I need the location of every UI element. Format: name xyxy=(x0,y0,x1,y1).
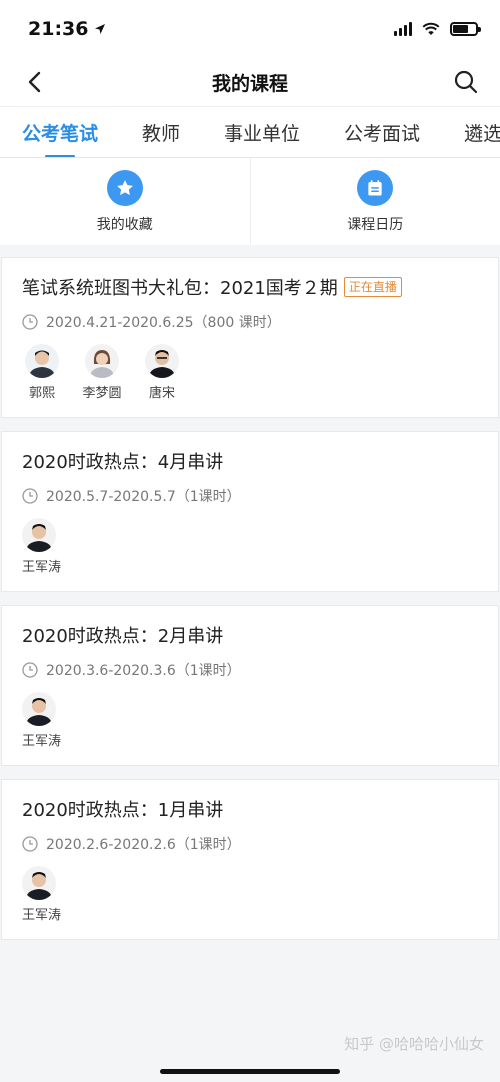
home-indicator[interactable] xyxy=(160,1069,340,1074)
course-time: 2020.4.21-2020.6.25（800 课时） xyxy=(46,315,281,331)
teacher[interactable]: 王军涛 xyxy=(22,866,61,923)
location-arrow-icon xyxy=(95,24,106,34)
calendar-button[interactable]: 课程日历 xyxy=(249,158,500,245)
tab-teacher[interactable]: 教师 xyxy=(142,107,180,157)
avatar xyxy=(22,692,56,726)
course-title-row: 笔试系统班图书大礼包：2021国考２期 正在直播 xyxy=(22,274,478,300)
status-indicators xyxy=(394,22,481,36)
course-time: 2020.5.7-2020.5.7（1课时） xyxy=(46,489,241,505)
teacher-name: 李梦圆 xyxy=(82,386,122,401)
calendar-label: 课程日历 xyxy=(347,216,404,233)
battery-icon xyxy=(450,22,481,36)
tab-public-institution[interactable]: 事业单位 xyxy=(224,107,300,157)
course-card[interactable]: 2020时政热点：4月串讲 2020.5.7-2020.5.7（1课时） 王军涛 xyxy=(1,431,499,592)
search-button[interactable] xyxy=(450,66,482,98)
favorites-button[interactable]: 我的收藏 xyxy=(0,158,250,245)
teacher-name: 郭熙 xyxy=(28,386,55,401)
status-time: 21:36 xyxy=(28,18,106,40)
page-title: 我的课程 xyxy=(211,72,288,95)
star-icon xyxy=(106,169,143,206)
nav-bar: 我的课程 xyxy=(0,58,500,106)
teacher-name: 王军涛 xyxy=(22,560,62,575)
course-time-row: 2020.3.6-2020.3.6（1课时） xyxy=(22,660,478,680)
avatar xyxy=(22,518,56,552)
avatar xyxy=(25,344,59,378)
clock-icon xyxy=(22,836,38,852)
teacher[interactable]: 郭熙 xyxy=(22,344,62,401)
clock-text: 21:36 xyxy=(28,18,89,40)
clock-icon xyxy=(22,662,38,678)
teacher-list: 王军涛 xyxy=(22,866,478,923)
course-category-tabs: 公考笔试 教师 事业单位 公考面试 遴选 xyxy=(0,106,500,158)
course-time: 2020.3.6-2020.3.6（1课时） xyxy=(46,663,241,679)
course-title: 2020时政热点：2月串讲 xyxy=(22,626,224,647)
tab-interview[interactable]: 公考面试 xyxy=(344,107,420,157)
avatar xyxy=(85,344,119,378)
teacher-list: 郭熙 李梦圆 唐宋 xyxy=(22,344,478,401)
tab-selection[interactable]: 遴选 xyxy=(464,107,500,157)
teacher[interactable]: 王军涛 xyxy=(22,518,61,575)
teacher[interactable]: 唐宋 xyxy=(142,344,182,401)
teacher-name: 王军涛 xyxy=(22,908,62,923)
quick-actions: 我的收藏 课程日历 xyxy=(0,158,500,245)
course-title: 2020时政热点：4月串讲 xyxy=(22,452,224,473)
tab-written-exam[interactable]: 公考笔试 xyxy=(22,107,98,157)
chevron-left-icon xyxy=(28,71,41,93)
course-time-row: 2020.5.7-2020.5.7（1课时） xyxy=(22,486,478,506)
teacher[interactable]: 李梦圆 xyxy=(82,344,122,401)
favorites-label: 我的收藏 xyxy=(96,216,153,233)
avatar xyxy=(22,866,56,900)
course-time-row: 2020.2.6-2020.2.6（1课时） xyxy=(22,834,478,854)
teacher-name: 唐宋 xyxy=(148,386,175,401)
course-time: 2020.2.6-2020.2.6（1课时） xyxy=(46,837,241,853)
signal-icon xyxy=(394,22,412,36)
calendar-icon xyxy=(357,169,394,206)
clock-icon xyxy=(22,488,38,504)
teacher-list: 王军涛 xyxy=(22,692,478,749)
course-title: 笔试系统班图书大礼包：2021国考２期 xyxy=(22,278,338,299)
live-badge: 正在直播 xyxy=(343,277,402,297)
teacher-list: 王军涛 xyxy=(22,518,478,575)
teacher[interactable]: 王军涛 xyxy=(22,692,61,749)
status-bar: 21:36 xyxy=(0,0,500,58)
back-button[interactable] xyxy=(18,66,50,98)
wifi-icon xyxy=(422,22,440,35)
search-icon xyxy=(454,70,478,94)
teacher-name: 王军涛 xyxy=(22,734,62,749)
course-title-row: 2020时政热点：1月串讲 xyxy=(22,796,478,822)
course-time-row: 2020.4.21-2020.6.25（800 课时） xyxy=(22,312,478,332)
clock-icon xyxy=(22,314,38,330)
avatar xyxy=(145,344,179,378)
course-title-row: 2020时政热点：2月串讲 xyxy=(22,622,478,648)
course-card[interactable]: 2020时政热点：1月串讲 2020.2.6-2020.2.6（1课时） 王军涛 xyxy=(1,779,499,940)
course-card[interactable]: 2020时政热点：2月串讲 2020.3.6-2020.3.6（1课时） 王军涛 xyxy=(1,605,499,766)
course-title: 2020时政热点：1月串讲 xyxy=(22,800,224,821)
course-card[interactable]: 笔试系统班图书大礼包：2021国考２期 正在直播 2020.4.21-2020.… xyxy=(1,257,499,418)
watermark: 知乎 @哈哈哈小仙女 xyxy=(344,1035,484,1053)
course-title-row: 2020时政热点：4月串讲 xyxy=(22,448,478,474)
course-list: 笔试系统班图书大礼包：2021国考２期 正在直播 2020.4.21-2020.… xyxy=(0,245,500,940)
